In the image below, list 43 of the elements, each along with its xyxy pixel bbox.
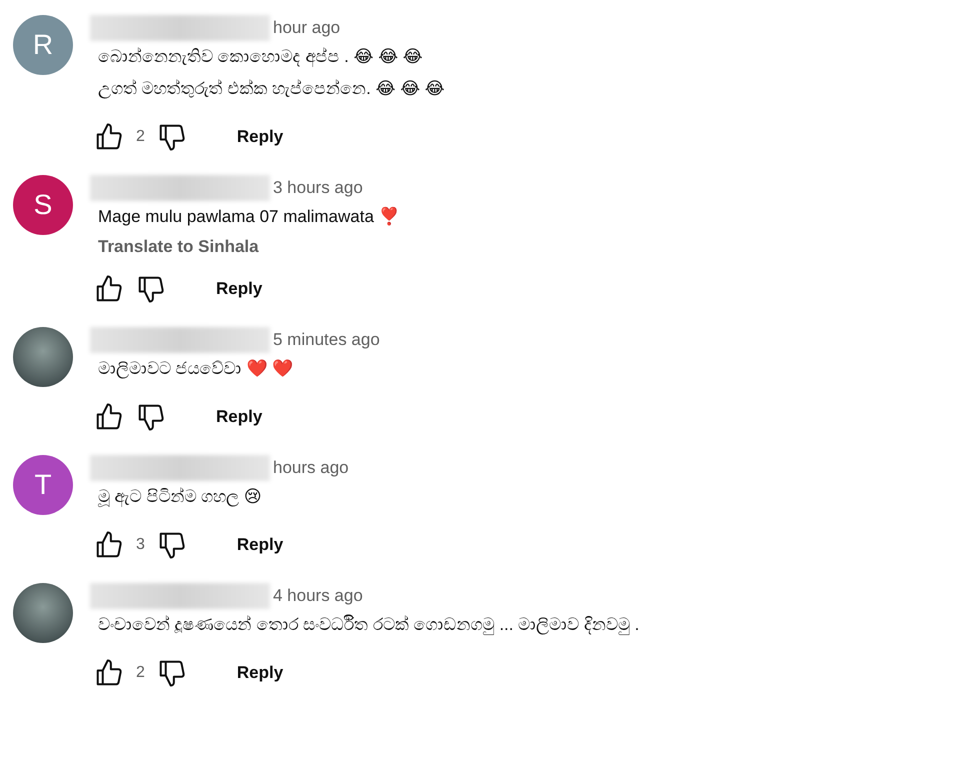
thumbs-up-icon: [94, 402, 124, 432]
like-button[interactable]: [94, 274, 124, 304]
thumbs-down-icon: [156, 658, 187, 688]
like-count: 2: [136, 664, 145, 682]
like-count: 3: [136, 536, 145, 554]
like-count: 2: [136, 128, 145, 146]
thumbs-up-icon: [94, 530, 124, 560]
comment-text: මූ ඇට පිටින්ම ගහල 😢: [98, 486, 263, 509]
comment-time[interactable]: hour ago: [273, 18, 340, 38]
avatar[interactable]: R: [13, 15, 73, 75]
comment-text: මාලිමාවට ජයවේවා ❤ ❤: [98, 358, 294, 380]
reply-button[interactable]: Reply: [208, 401, 270, 433]
dislike-button[interactable]: [136, 274, 166, 304]
thumbs-down-icon: [156, 122, 187, 152]
thumbs-up-icon: [94, 274, 124, 304]
comment-text: බොන්නෙනැතිව කොහොමද අප්ප . 😂 😂 😂: [98, 46, 424, 69]
dislike-button[interactable]: [136, 402, 166, 432]
thumbs-up-icon: [94, 658, 124, 688]
comment-time[interactable]: 4 hours ago: [273, 586, 363, 606]
dislike-button[interactable]: [156, 658, 187, 688]
like-button[interactable]: [94, 658, 124, 688]
thumbs-down-icon: [136, 402, 166, 432]
like-button[interactable]: [94, 402, 124, 432]
translate-link[interactable]: Translate to Sinhala: [98, 237, 400, 257]
like-button[interactable]: [94, 530, 124, 560]
dislike-button[interactable]: [156, 530, 187, 560]
thumbs-up-icon: [94, 122, 124, 152]
reply-button[interactable]: Reply: [228, 121, 292, 153]
like-button[interactable]: [94, 122, 124, 152]
comment-text: Mage mulu pawlama 07 malimawata ❣: [98, 206, 400, 228]
reply-button[interactable]: Reply: [208, 273, 270, 305]
reply-button[interactable]: Reply: [228, 657, 292, 689]
comment-time[interactable]: 5 minutes ago: [273, 330, 380, 350]
comment-time[interactable]: hours ago: [273, 458, 349, 478]
dislike-button[interactable]: [156, 122, 187, 152]
thumbs-down-icon: [156, 530, 187, 560]
comment-text: උගත් මහත්තුරුත් එක්ක හැප්පෙන්නෙ. 😂 😂 😂: [98, 78, 445, 100]
avatar[interactable]: S: [13, 175, 73, 235]
thumbs-down-icon: [136, 274, 166, 304]
comment-time[interactable]: 3 hours ago: [273, 178, 363, 198]
avatar[interactable]: T: [13, 455, 73, 515]
reply-button[interactable]: Reply: [228, 529, 292, 561]
comment-text: වංචාවෙන් දූෂණයෙන් තොර සංවර්ධිත රටක් ගොඩනගමු ... මාලිමාව දිනවමු .: [98, 614, 640, 637]
